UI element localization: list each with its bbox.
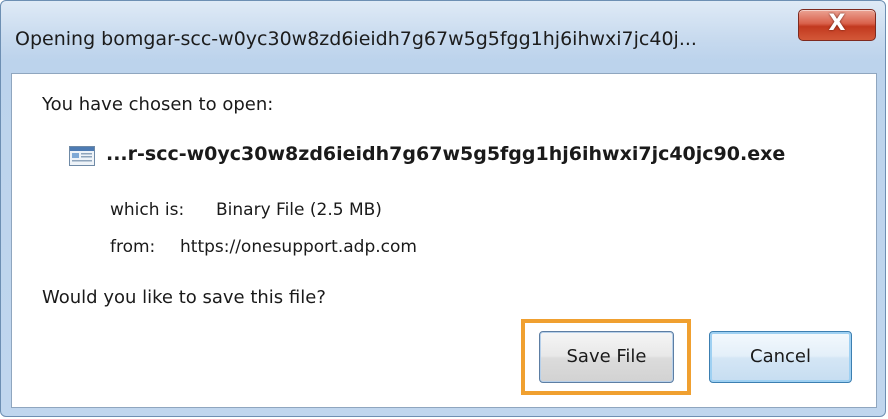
close-icon: X	[828, 11, 846, 36]
save-question: Would you like to save this file?	[42, 287, 326, 308]
source-url: https://onesupport.adp.com	[180, 237, 417, 257]
window-title: Opening bomgar-scc-w0yc30w8zd6ieidh7g67w…	[15, 28, 697, 50]
which-is-label: which is:	[110, 200, 185, 220]
file-name: ...r-scc-w0yc30w8zd6ieidh7g67w5g5fgg1hj6…	[106, 143, 786, 165]
open-prompt: You have chosen to open:	[42, 94, 274, 115]
title-bar[interactable]: Opening bomgar-scc-w0yc30w8zd6ieidh7g67w…	[1, 1, 885, 63]
from-label: from:	[110, 237, 156, 257]
close-button[interactable]: X	[798, 9, 876, 41]
exe-file-icon	[69, 146, 95, 166]
cancel-button[interactable]: Cancel	[709, 331, 852, 383]
save-file-button[interactable]: Save File	[539, 331, 674, 383]
file-type-value: Binary File (2.5 MB)	[216, 200, 382, 220]
